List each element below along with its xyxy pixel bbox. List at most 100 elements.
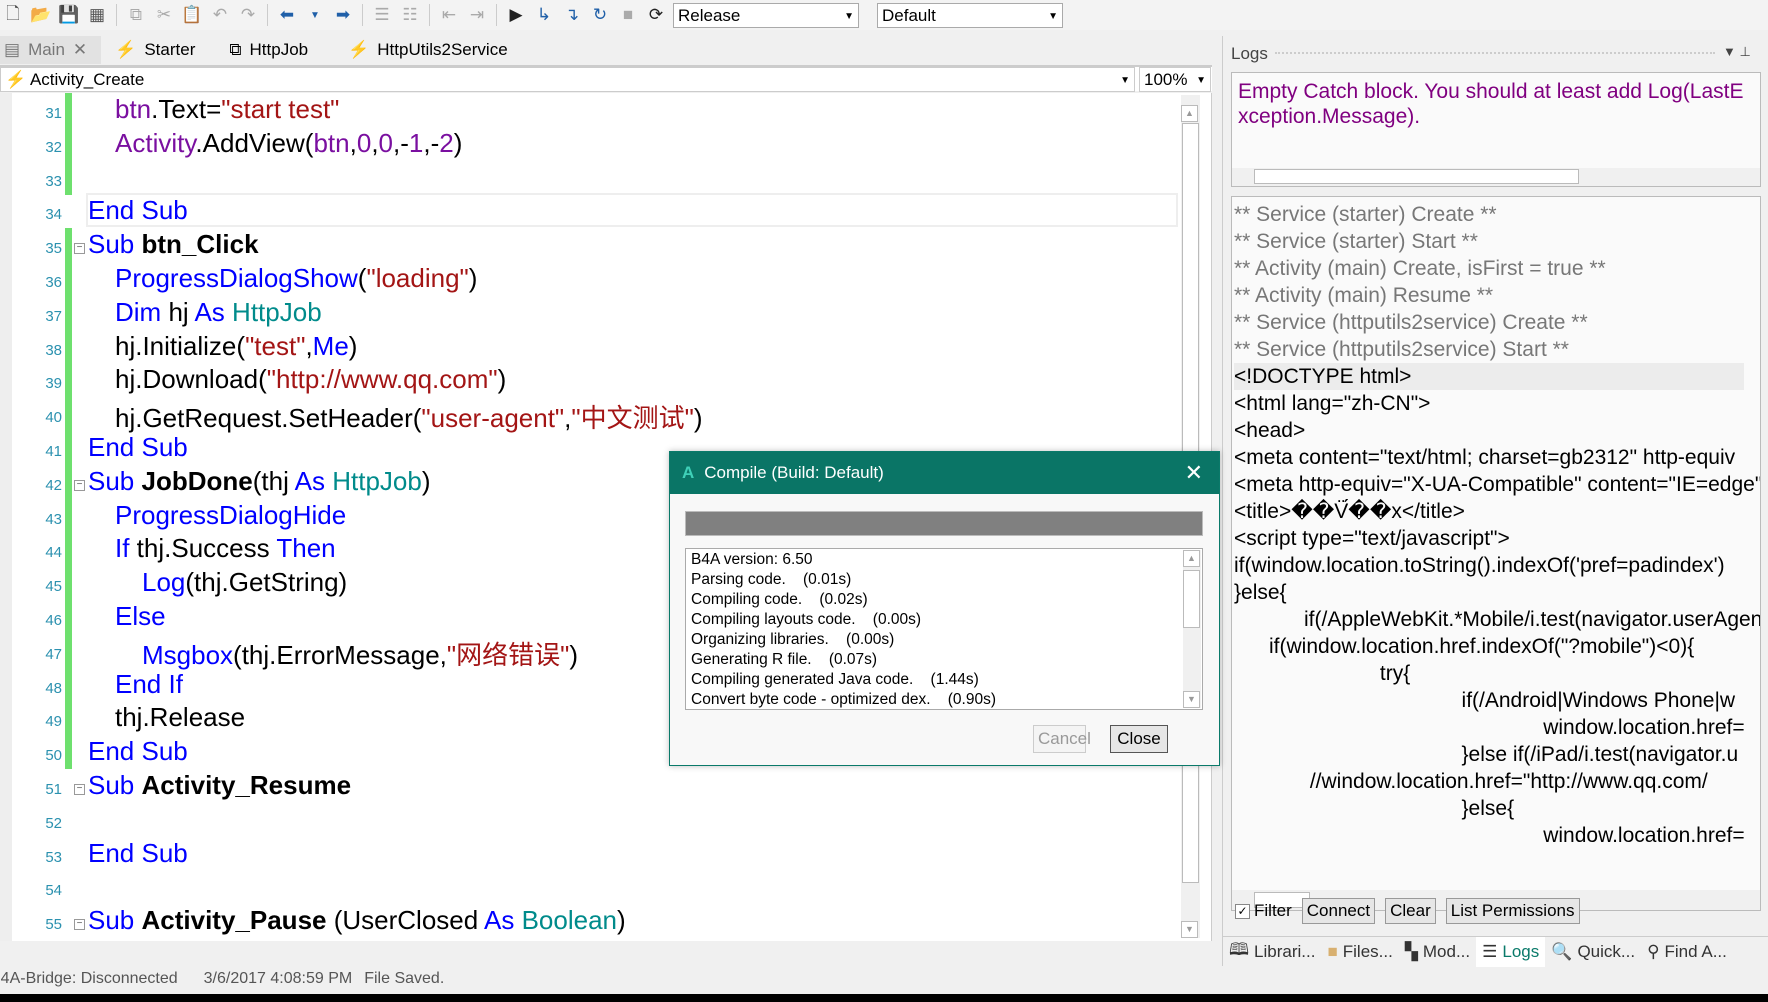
cut-icon[interactable]: ✂ [153, 4, 175, 26]
vertical-scrollbar[interactable]: ▲ ▼ [1183, 550, 1201, 708]
clear-button[interactable]: Clear [1385, 898, 1436, 924]
log-list[interactable]: ** Service (starter) Create ** ** Service… [1231, 196, 1761, 911]
scroll-down-icon[interactable]: ▼ [1181, 921, 1198, 938]
build-config-value: Release [678, 5, 741, 25]
dialog-title-bar[interactable]: A Compile (Build: Default) ✕ [670, 452, 1219, 494]
zoom-select[interactable]: 100% ▼ [1139, 67, 1211, 92]
change-marker [65, 363, 72, 398]
tab-libraries[interactable]: 🕮 Librari... [1223, 937, 1321, 967]
fold-toggle-icon[interactable]: − [74, 784, 85, 795]
tab-quick-search[interactable]: 🔍 Quick... [1545, 937, 1641, 967]
compile-log-line: Compiling code. (0.02s) [691, 591, 868, 608]
scroll-thumb[interactable] [1254, 169, 1579, 184]
panel-menu-icon[interactable]: ▼ ⊥ [1723, 44, 1751, 60]
code-token: "中文测试" [571, 403, 694, 434]
step-out-icon[interactable]: ↻ [589, 4, 611, 26]
find-icon: ⚲ [1647, 941, 1660, 961]
navigate-forward-icon[interactable]: ➡ [332, 4, 354, 26]
paste-icon[interactable]: 📋 [181, 4, 203, 26]
scroll-down-icon[interactable]: ▼ [1183, 691, 1200, 708]
tab-httpjob[interactable]: ⧉ HttpJob [209, 36, 322, 64]
warning-text: Empty Catch block. You should at least a… [1238, 80, 1744, 128]
uncomment-icon[interactable]: ☷ [399, 4, 421, 26]
code-token: .Text= [151, 94, 222, 124]
redo-icon[interactable]: ↷ [237, 4, 259, 26]
log-line: <meta http-equiv="X-UA-Compatible" conte… [1234, 473, 1761, 496]
log-line: <title>��V̈́��x</title> [1234, 500, 1465, 523]
change-marker [65, 126, 72, 161]
tab-find-all[interactable]: ⚲ Find A... [1641, 937, 1733, 967]
drag-handle[interactable] [1275, 52, 1715, 58]
undo-icon[interactable]: ↶ [209, 4, 231, 26]
close-button[interactable]: Close [1110, 725, 1168, 753]
comment-icon[interactable]: ☰ [371, 4, 393, 26]
save-icon[interactable]: 💾 [58, 4, 80, 26]
tab-httputils2service[interactable]: ⚡ HttpUtils2Service [322, 36, 522, 64]
tab-label: Find A... [1664, 941, 1727, 961]
scroll-up-icon[interactable]: ▲ [1181, 105, 1198, 122]
horizontal-scrollbar[interactable] [1232, 168, 1760, 186]
fold-toggle-icon[interactable]: − [74, 919, 85, 931]
code-line: Sub Activity_Pause (UserClosed As Boolea… [88, 905, 626, 936]
tab-modules[interactable]: ▚ Mod... [1399, 937, 1476, 967]
device-select[interactable]: Default ▼ [877, 2, 1063, 28]
build-config-select[interactable]: Release ▼ [673, 2, 859, 28]
list-permissions-button[interactable]: List Permissions [1445, 898, 1580, 924]
logs-panel: Logs ▼ ⊥ Empty Catch block. You should a… [1222, 36, 1768, 967]
code-token: ) [421, 465, 431, 496]
fold-toggle-icon[interactable]: − [74, 479, 85, 491]
chevron-down-icon: ▼ [1196, 75, 1206, 86]
code-token: "网络错误" [446, 639, 570, 670]
line-number: 45 [45, 578, 62, 596]
restart-icon[interactable]: ⟳ [645, 4, 667, 26]
indent-icon[interactable]: ⇥ [466, 4, 488, 26]
scroll-thumb[interactable] [1183, 570, 1200, 628]
dropdown-icon[interactable]: ▼ [304, 4, 326, 26]
connect-button[interactable]: Connect [1301, 898, 1376, 924]
code-token: End If [115, 668, 183, 699]
code-line: End Sub [88, 838, 188, 869]
log-line: }else{ [1234, 581, 1287, 604]
change-marker [65, 667, 72, 702]
log-line: <script type="text/javascript"> [1234, 527, 1510, 550]
code-token: ,- [393, 127, 409, 158]
scroll-up-icon[interactable]: ▲ [1183, 550, 1200, 567]
export-icon[interactable]: ▦ [86, 4, 108, 26]
sub-selector[interactable]: ⚡ Activity_Create ▼ [0, 67, 1135, 92]
status-bar: B4A-Bridge: Disconnected 3/6/2017 4:08:5… [0, 970, 1768, 994]
stop-icon[interactable]: ■ [617, 4, 639, 26]
code-token: Sub [88, 770, 142, 800]
search-icon: 🔍 [1551, 941, 1573, 961]
step-over-icon[interactable]: ↴ [561, 4, 583, 26]
code-token: ) [453, 127, 463, 158]
line-number: 52 [45, 814, 62, 832]
outdent-icon[interactable]: ⇤ [438, 4, 460, 26]
new-file-icon[interactable]: 🗋 [2, 4, 24, 26]
copy-icon[interactable]: ⧉ [125, 4, 147, 26]
code-token: ) [617, 905, 626, 936]
bottom-tabs: 🕮 Librari... ■ Files... ▚ Mod... ☰ Logs 🔍 Qui… [1223, 936, 1768, 967]
code-token: 2 [439, 127, 454, 158]
code-token: , [371, 127, 379, 158]
tab-main[interactable]: ▤ Main ✕ [0, 36, 102, 64]
separator [362, 4, 363, 26]
log-line: ** Service (httputils2service) Create ** [1234, 311, 1588, 334]
navigate-back-icon[interactable]: ⬅ [276, 4, 298, 26]
fold-toggle-icon[interactable]: − [74, 243, 85, 255]
code-token: .AddView( [195, 127, 314, 158]
tab-starter[interactable]: ⚡ Starter [101, 36, 209, 64]
tab-files[interactable]: ■ Files... [1321, 937, 1398, 967]
cancel-button[interactable]: Cancel [1033, 725, 1091, 753]
change-marker [65, 93, 72, 127]
tab-logs[interactable]: ☰ Logs [1476, 936, 1546, 967]
close-icon[interactable]: ✕ [1185, 460, 1203, 486]
change-marker [65, 431, 72, 465]
run-icon[interactable]: ▶ [505, 4, 527, 26]
filter-checkbox[interactable]: ✓ [1235, 903, 1250, 919]
line-number: 47 [45, 645, 62, 663]
step-in-icon[interactable]: ↳ [533, 4, 555, 26]
change-marker [65, 498, 72, 533]
line-number: 32 [45, 138, 62, 156]
open-folder-icon[interactable]: 📂 [30, 4, 52, 26]
close-icon[interactable]: ✕ [73, 40, 87, 60]
